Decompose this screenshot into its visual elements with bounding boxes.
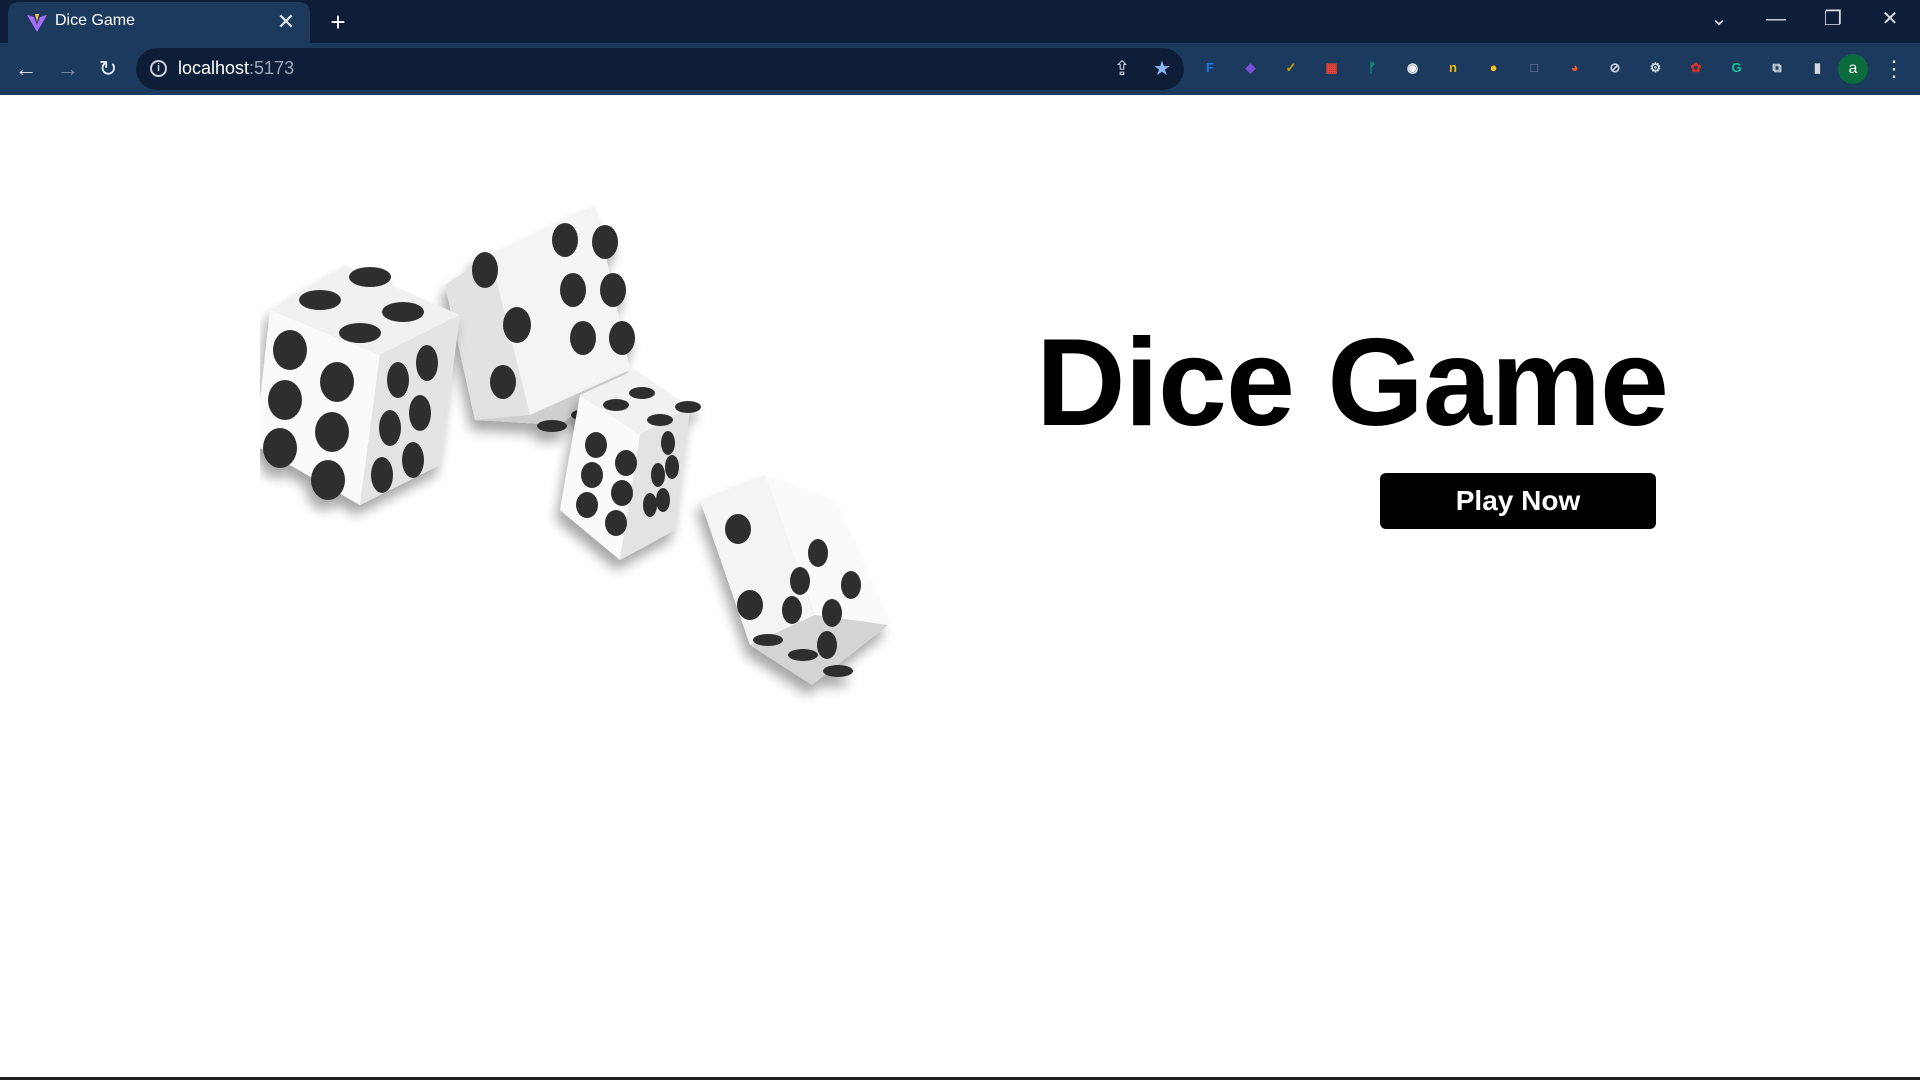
extension-icon[interactable]: n [1441,56,1465,80]
forward-button[interactable]: → [52,53,84,85]
die-front [700,475,888,685]
extension-icon[interactable]: ● [1482,56,1506,80]
extension-icon[interactable]: ▦ [1320,56,1344,80]
die-large [260,265,460,505]
grammarly-icon[interactable]: G [1725,56,1749,80]
page-title: Dice Game [1035,314,1669,452]
extension-icon[interactable]: □ [1522,56,1546,80]
extension-icon[interactable]: ⊘ [1603,56,1627,80]
vite-logo-icon [27,14,47,32]
url-text[interactable]: localhost:5173 [178,58,294,79]
new-tab-button[interactable]: + [322,6,354,38]
reload-button[interactable]: ↻ [92,53,124,85]
window-close-button[interactable]: ✕ [1863,0,1917,40]
share-icon[interactable]: ⇪ [1110,57,1134,81]
play-now-button[interactable]: Play Now [1380,473,1656,529]
dice-illustration [260,205,888,685]
url-host: localhost [178,58,250,78]
puzzle-icon[interactable]: ⧉ [1765,56,1789,80]
die-middle [560,370,701,560]
close-icon[interactable]: ✕ [274,10,298,34]
profile-avatar[interactable]: a [1838,54,1868,84]
page-body: Dice Game Play Now [0,95,1920,1080]
minimize-button[interactable]: — [1749,0,1803,40]
extension-icon[interactable]: ✓ [1279,56,1303,80]
restore-button[interactable]: ❐ [1806,0,1860,40]
address-bar[interactable]: i localhost:5173 ⇪ ★ [136,48,1184,90]
title-bar: Dice Game ✕ + ⌄ — ❐ ✕ [0,0,1920,43]
extension-icon[interactable]: ᚠ [1360,56,1384,80]
extension-icon[interactable]: ◆ [1239,56,1263,80]
back-button[interactable]: ← [10,53,42,85]
bookmark-star-icon[interactable]: ★ [1150,57,1174,81]
extension-icon[interactable]: F [1198,56,1222,80]
side-panel-icon[interactable]: ▮ [1806,56,1830,80]
site-info-icon[interactable]: i [150,60,167,77]
extension-icon[interactable]: ✿ [1684,56,1708,80]
tab-title: Dice Game [55,12,136,29]
extension-icon[interactable]: ◕ [1563,56,1587,80]
url-port: :5173 [249,58,295,78]
tab-search-button[interactable]: ⌄ [1692,0,1746,40]
browser-menu-icon[interactable]: ⋮ [1878,53,1910,85]
tab-dice-game[interactable]: Dice Game ✕ [8,2,310,43]
browser-toolbar: ← → ↻ i localhost:5173 ⇪ ★ F ◆ ✓ ▦ ᚠ ◉ n ● □ ◕ ⊘ ⚙ ✿… [0,43,1920,95]
gear-icon[interactable]: ⚙ [1644,56,1668,80]
extension-icon[interactable]: ◉ [1401,56,1425,80]
